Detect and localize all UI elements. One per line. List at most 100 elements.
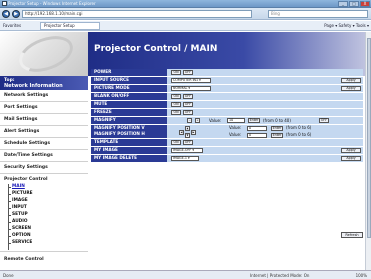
status-bar: Done Internet | Protected Mode: On 100% [0,270,371,279]
tree-tick [8,243,11,244]
my-image-delete-apply-button[interactable]: Apply [341,156,361,161]
row-label: TEMPLATE [94,139,119,144]
tree-tick [8,236,11,237]
position-down-button[interactable]: ▼ [185,133,190,138]
tree-tick [8,194,11,195]
row-label: PICTURE MODE [94,85,130,90]
row-input-source: INPUT SOURCE COMPUTER IN1 ▾ Apply [91,77,363,85]
position-left-button[interactable]: ◀ [179,130,184,135]
minimize-button[interactable]: _ [338,1,348,7]
sidebar-item-mail-settings[interactable]: Mail Settings [4,117,37,122]
sidebar-item-schedule-settings[interactable]: Schedule Settings [4,141,50,146]
sidebar-subitem-main[interactable]: MAIN [12,184,25,189]
back-button[interactable]: ◀ [2,10,10,18]
close-button[interactable]: X [360,1,370,7]
sidebar-subitem-picture[interactable]: PICTURE [12,191,33,196]
tree-tick [8,222,11,223]
magnify-value-input[interactable]: 10 [227,118,245,123]
blank-off-button[interactable]: OFF [183,94,193,99]
row-my-image: MY IMAGE IMAGE-OFF ▾ Apply [91,147,363,155]
browser-icon [2,1,7,6]
divider [0,161,88,162]
sidebar-item-remote-control[interactable]: Remote Control [4,257,44,262]
favorites-button[interactable]: Favorites [3,23,21,28]
sidebar-subitem-screen[interactable]: SCREEN [12,226,31,231]
position-h-range-label: (from 0 to 6) [286,132,312,137]
picture-mode-apply-button[interactable]: Apply [341,86,361,91]
forward-button[interactable]: ▶ [12,10,20,18]
divider [0,251,88,252]
position-up-button[interactable]: ▲ [185,126,190,131]
sidebar: Top: Network Information Network Setting… [0,76,88,270]
picture-mode-select[interactable]: NORMAL ▾ [171,86,211,91]
sidebar-item-projector-control[interactable]: Projector Control [4,177,48,182]
tab-bar: Favorites Projector Setup Page ▾ Safety … [0,21,371,31]
tab-projector-setup[interactable]: Projector Setup [40,22,100,30]
mute-off-button[interactable]: OFF [183,102,193,107]
search-input[interactable]: Bing [268,10,368,18]
template-off-button[interactable]: OFF [183,140,193,145]
magnify-plus-button[interactable]: + [195,118,200,123]
row-label-h: MAGNIFY POSITION H [94,131,145,136]
scrollbar-thumb[interactable] [367,38,371,238]
position-h-input[interactable]: 0 [247,133,267,138]
position-h-enter-button[interactable]: Enter [271,133,283,138]
sidebar-subitem-setup[interactable]: SETUP [12,212,28,217]
divider [0,137,88,138]
title-bar: Projector Setup - Windows Internet Explo… [0,0,371,8]
maximize-button[interactable]: □ [349,1,359,7]
sidebar-item-port-settings[interactable]: Port Settings [4,105,38,110]
page-title: Projector Control / MAIN [94,44,218,54]
magnify-enter-button[interactable]: Enter [248,118,260,123]
row-my-image-delete: MY IMAGE DELETE IMAGE-1 ▾ Apply [91,155,363,163]
position-v-value-label: Value: [229,125,242,130]
blank-on-button[interactable]: ON [171,94,181,99]
sidebar-item-network-settings[interactable]: Network Settings [4,93,48,98]
power-on-button[interactable]: ON [171,70,181,75]
sidebar-top-link[interactable]: Top: Network Information [0,76,88,90]
tree-tick [8,215,11,216]
mute-on-button[interactable]: ON [171,102,181,107]
status-text: Done [3,273,14,278]
sidebar-item-alert-settings[interactable]: Alert Settings [4,129,39,134]
zoom-level[interactable]: 100% [356,273,367,278]
sidebar-item-date-time-settings[interactable]: Date/Time Settings [4,153,53,158]
divider [0,149,88,150]
sidebar-subitem-service[interactable]: SERVICE [12,240,32,245]
freeze-on-button[interactable]: ON [171,110,181,115]
row-magnify-position: MAGNIFY POSITION V MAGNIFY POSITION H ◀ … [91,125,363,139]
sidebar-subitem-input[interactable]: INPUT [12,205,27,210]
row-label: MAGNIFY [94,117,116,122]
url-input[interactable]: http://192.168.1.10/main.cgi [22,10,252,18]
position-right-button[interactable]: ▶ [191,130,196,135]
sidebar-subitem-image[interactable]: IMAGE [12,198,28,203]
template-on-button[interactable]: ON [171,140,181,145]
magnify-minus-button[interactable]: − [187,118,192,123]
input-source-apply-button[interactable]: Apply [341,78,361,83]
logo-area [0,29,88,79]
freeze-off-button[interactable]: OFF [183,110,193,115]
row-label: FREEZE [94,109,112,114]
sidebar-item-security-settings[interactable]: Security Settings [4,165,48,170]
tree-tick [8,229,11,230]
divider [0,113,88,114]
sidebar-subitem-audio[interactable]: AUDIO [12,219,28,224]
window-controls: _ □ X [338,1,370,7]
vertical-scrollbar[interactable] [365,32,371,270]
magnify-off-button[interactable]: OFF [319,118,329,123]
command-bar[interactable]: Page ▾ Safety ▾ Tools ▾ [324,23,369,28]
tree-tick [8,208,11,209]
my-image-apply-button[interactable]: Apply [341,148,361,153]
position-v-enter-button[interactable]: Enter [271,126,283,131]
sidebar-subitem-option[interactable]: OPTION [12,233,31,238]
row-label: INPUT SOURCE [94,77,129,82]
my-image-select[interactable]: IMAGE-OFF ▾ [171,148,203,153]
my-image-delete-select[interactable]: IMAGE-1 ▾ [171,156,199,161]
row-label: MY IMAGE [94,147,118,152]
refresh-button[interactable]: Refresh [341,232,363,238]
input-source-select[interactable]: COMPUTER IN1 ▾ [171,78,211,83]
power-off-button[interactable]: OFF [183,70,193,75]
sidebar-item-network-information[interactable]: Network Information [4,83,63,89]
row-template: TEMPLATE ON OFF [91,139,363,147]
position-v-input[interactable]: 0 [247,126,267,131]
